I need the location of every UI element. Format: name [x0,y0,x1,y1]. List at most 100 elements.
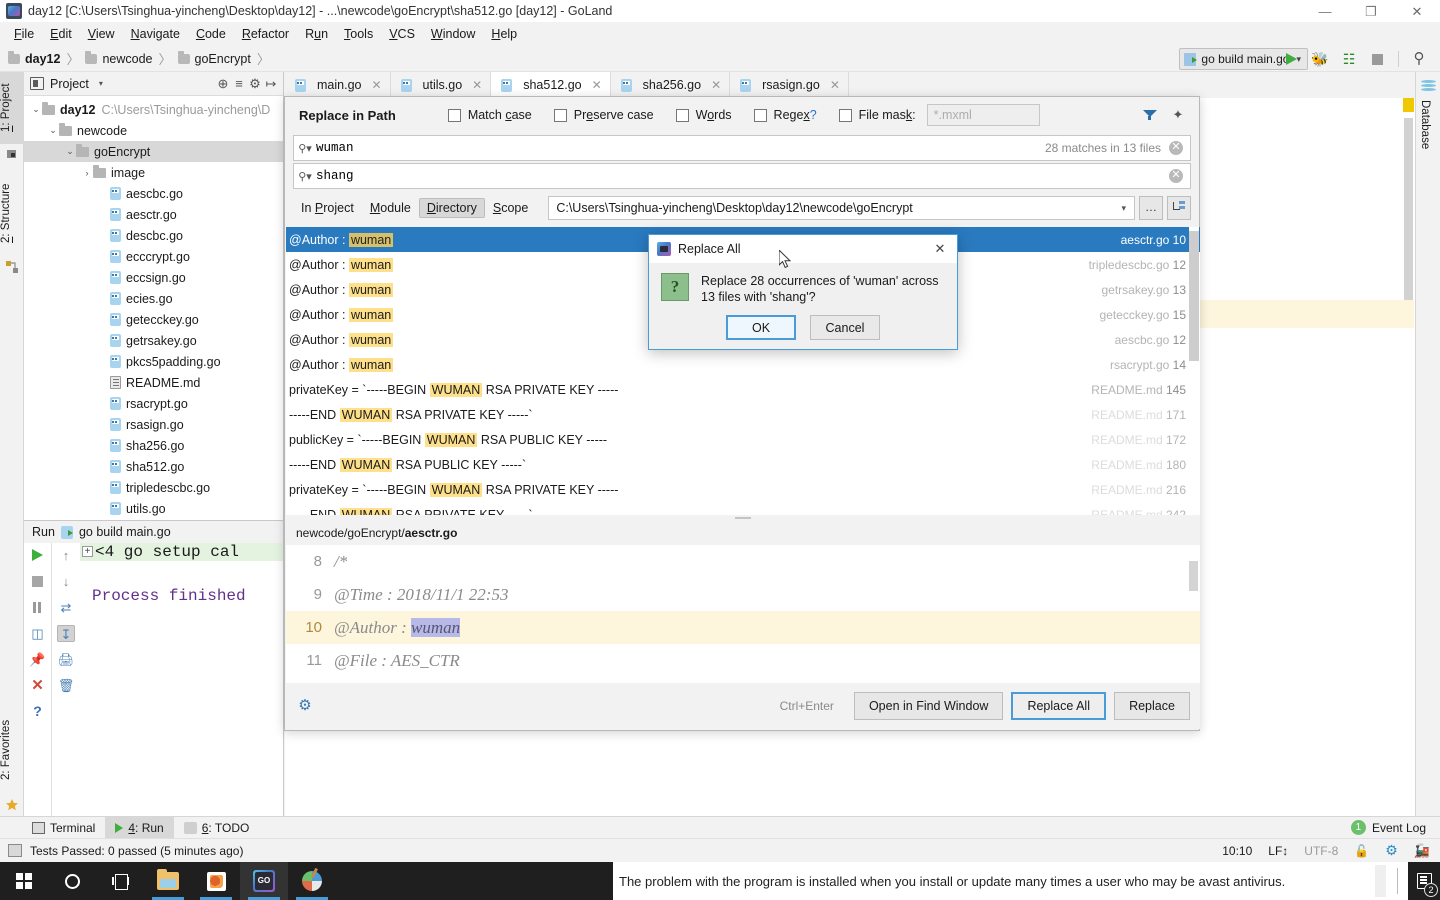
notification-tray[interactable]: 2 [1408,862,1440,900]
clear-search-icon[interactable]: ✕ [1169,141,1183,155]
search-result-row[interactable]: -----END WUMAN RSA PRIVATE KEY -----` REA… [286,402,1200,427]
close-icon[interactable]: ✕ [371,78,381,92]
breadcrumb-item-1[interactable]: newcode [102,52,152,66]
windows-start-icon[interactable] [0,862,48,900]
words-checkbox[interactable]: Words [675,108,732,122]
menu-item-vcs[interactable]: VCS [381,24,423,44]
regex-checkbox[interactable]: Regex? [753,108,817,122]
help-icon[interactable]: ? [29,703,47,720]
menu-item-run[interactable]: Run [297,24,336,44]
scrollbar-thumb[interactable] [1189,561,1198,591]
tree-item[interactable]: ›rsasign.go [24,414,283,435]
replace-button[interactable]: Replace [1114,692,1190,720]
scope-module[interactable]: Module [362,198,419,218]
run-icon[interactable] [1282,50,1300,68]
encoding-label[interactable]: UTF-8 [1304,844,1338,858]
filter-icon[interactable] [1141,106,1159,124]
rerun-icon[interactable] [29,547,47,564]
tree-item[interactable]: ›utils.go [24,498,283,519]
tree-item[interactable]: ›pkcs5padding.go [24,351,283,372]
sidebar-item-structure[interactable]: 2: Structure [0,168,24,258]
line-separator-label[interactable]: LF↕ [1268,844,1288,858]
close-icon[interactable]: ✕ [472,78,482,92]
chevron-down-icon[interactable]: ⌄ [30,104,42,115]
directory-path-combobox[interactable]: C:\Users\Tsinghua-yincheng\Desktop\day12… [548,196,1135,220]
file-mask-checkbox[interactable]: File mask: *.mxml [838,104,1040,126]
checkbox-box[interactable] [753,108,767,122]
search-result-row[interactable]: -----END WUMAN RSA PRIVATE KEY -----` REA… [286,502,1200,515]
print-icon[interactable]: 🖨 [57,651,75,668]
pin-icon[interactable]: 📌 [29,651,47,668]
tab-terminal[interactable]: Terminal [22,817,105,839]
breadcrumb-item-2[interactable]: goEncrypt [195,52,251,66]
menu-item-file[interactable]: File [6,24,42,44]
checkbox-box[interactable] [447,108,461,122]
tree-item[interactable]: ›eccsign.go [24,267,283,288]
debug-icon[interactable]: 🐝 [1311,50,1329,68]
close-icon[interactable]: ✕ [29,677,47,694]
menu-item-tools[interactable]: Tools [336,24,381,44]
tree-item[interactable]: ›aescbc.go [24,183,283,204]
search-field[interactable]: ⚲▾ 28 matches in 13 files ✕ [293,135,1191,161]
expand-icon[interactable]: + [82,546,93,557]
notification-scrollbar[interactable] [1375,865,1386,897]
notification-popup[interactable]: The problem with the program is installe… [613,862,1408,900]
file-explorer-icon[interactable] [144,862,192,900]
menu-item-refactor[interactable]: Refactor [234,24,297,44]
scroll-to-end-icon[interactable]: ↧ [57,625,75,642]
maximize-button[interactable]: ❐ [1348,0,1394,22]
settings-icon[interactable]: ⚙ [247,76,263,92]
tree-item[interactable]: ›ecccrypt.go [24,246,283,267]
event-log-button[interactable]: 1 Event Log [1350,820,1440,835]
background-tasks-icon[interactable]: 🚂 [1414,843,1430,859]
checkbox-box[interactable] [675,108,689,122]
inspection-gear-icon[interactable]: ⚙ [1385,842,1398,859]
minimize-button[interactable]: — [1302,0,1348,22]
browse-directory-button[interactable]: … [1139,196,1163,220]
scope-in-project[interactable]: In Project [293,198,362,218]
menu-item-edit[interactable]: Edit [42,24,80,44]
cancel-button[interactable]: Cancel [810,315,880,340]
restore-layout-icon[interactable]: ◫ [29,625,47,642]
close-icon[interactable]: ✕ [592,78,602,92]
menu-item-navigate[interactable]: Navigate [123,24,188,44]
soft-wrap-icon[interactable]: ⇄ [57,599,75,616]
editor-tab[interactable]: utils.go ✕ [391,72,492,98]
tree-item[interactable]: ›sha512.go [24,456,283,477]
clear-replace-icon[interactable]: ✕ [1169,169,1183,183]
chevron-down-icon[interactable]: ⌄ [64,146,76,157]
chevron-down-icon[interactable]: ▾ [1117,203,1130,214]
paint-icon[interactable] [288,862,336,900]
file-mask-input[interactable]: *.mxml [926,104,1040,126]
replace-field[interactable]: ⚲▾ ✕ [293,163,1191,189]
tree-item[interactable]: ›ecies.go [24,288,283,309]
scrollbar-thumb[interactable] [1404,118,1413,303]
match-case-checkbox[interactable]: Match case [447,108,532,122]
tree-item[interactable]: ⌄ day12 C:\Users\Tsinghua-yincheng\D [24,99,283,120]
tree-item[interactable]: ⌄ goEncrypt [24,141,283,162]
search-result-row[interactable]: privateKey = `-----BEGIN WUMAN RSA PRIVA… [286,377,1200,402]
scrollbar-thumb[interactable] [1189,231,1199,361]
scope-directory[interactable]: Directory [418,198,485,218]
up-arrow-icon[interactable]: ↑ [57,547,75,564]
stop-icon[interactable] [29,573,47,590]
clear-all-icon[interactable]: 🗑 [57,677,75,694]
tree-item[interactable]: ›sha256.go [24,435,283,456]
sidebar-item-database[interactable]: Database [1419,100,1431,149]
results-scrollbar[interactable] [1189,227,1199,515]
close-button[interactable]: ✕ [1394,0,1440,22]
checkbox-box[interactable] [553,108,567,122]
menu-item-help[interactable]: Help [483,24,525,44]
sidebar-item-project[interactable]: 1: Project [0,72,24,144]
tree-item[interactable]: ›getrsakey.go [24,330,283,351]
editor-tab[interactable]: sha512.go ✕ [491,72,611,98]
open-in-find-window-button[interactable]: Open in Find Window [853,692,1004,720]
editor-scrollbar[interactable] [1403,98,1414,418]
editor-tab[interactable]: main.go ✕ [285,72,391,98]
pin-icon[interactable]: ✦ [1169,106,1187,124]
chevron-right-icon[interactable]: › [81,168,93,178]
breadcrumb-item-0[interactable]: day12 [25,52,60,66]
chevron-down-icon[interactable]: ⌄ [47,125,59,136]
search-result-row[interactable]: privateKey = `-----BEGIN WUMAN RSA PRIVA… [286,477,1200,502]
tree-item[interactable]: ›tripledescbc.go [24,477,283,498]
